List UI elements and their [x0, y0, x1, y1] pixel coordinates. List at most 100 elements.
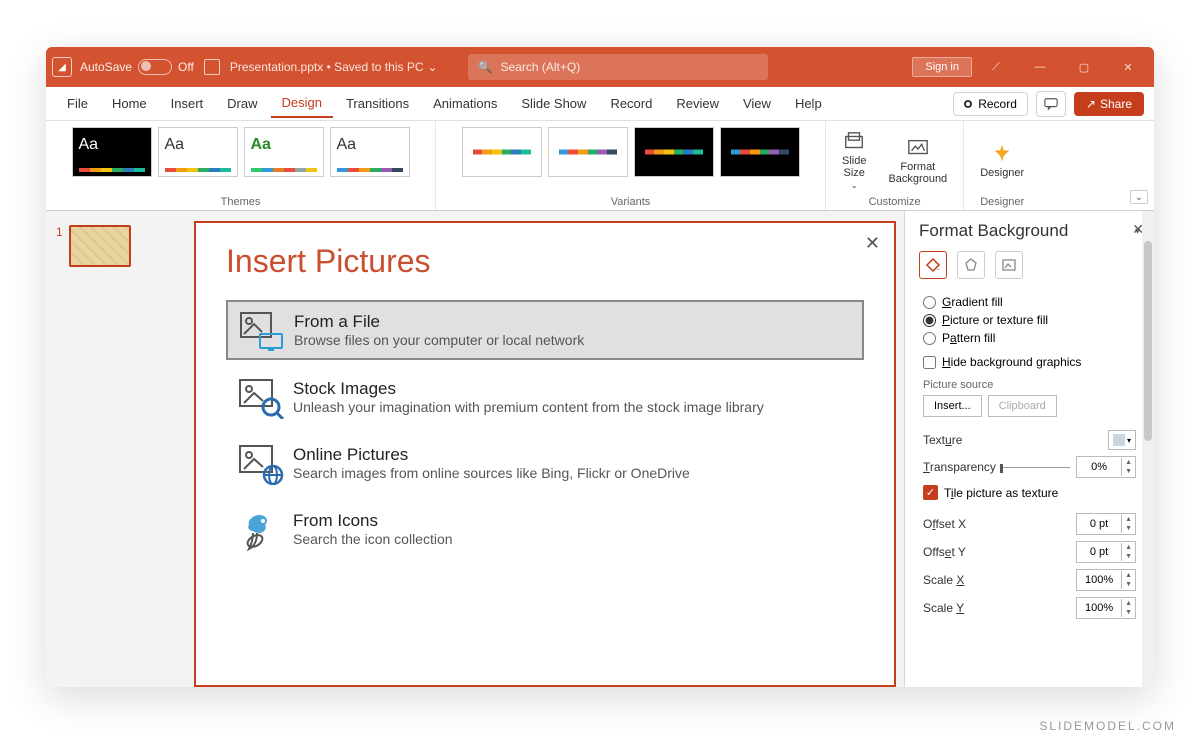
tab-design[interactable]: Design [271, 89, 333, 118]
theme-thumbnail[interactable]: Aa [72, 127, 152, 177]
tab-draw[interactable]: Draw [216, 90, 268, 117]
radio-gradient[interactable]: Gradient fill [923, 293, 1140, 311]
autosave-toggle[interactable]: AutoSave Off [80, 59, 194, 75]
offset-y-spinner[interactable]: ▲▼ [1076, 541, 1136, 563]
title-bar: ◢ AutoSave Off Presentation.pptx • Saved… [46, 47, 1154, 87]
scale-y-spinner[interactable]: ▲▼ [1076, 597, 1136, 619]
scale-x-label: Scale X [923, 573, 964, 587]
chevron-down-icon: ⌄ [427, 60, 437, 74]
tab-insert[interactable]: Insert [160, 90, 215, 117]
pane-title: Format Background▾ [919, 221, 1140, 241]
tab-view[interactable]: View [732, 90, 782, 117]
format-background-pane: ✕ Format Background▾ Gradient fill Pictu… [904, 211, 1154, 687]
option-stock-images[interactable]: Stock Images Unleash your imagination wi… [226, 368, 864, 426]
theme-thumbnail[interactable]: Aa [158, 127, 238, 177]
transparency-spinner[interactable]: ▲▼ [1076, 456, 1136, 478]
offset-x-label: Offset X [923, 517, 966, 531]
tab-transitions[interactable]: Transitions [335, 90, 420, 117]
comments-button[interactable] [1036, 91, 1066, 117]
theme-thumbnail[interactable]: Aa [330, 127, 410, 177]
collapse-ribbon-button[interactable]: ⌄ [1130, 190, 1148, 204]
pane-category-tabs [919, 251, 1140, 279]
variants-group: Variants [436, 121, 826, 210]
variant-thumbnail[interactable] [720, 127, 800, 177]
slide-canvas: ✕ Insert Pictures From a File Browse fil… [186, 211, 904, 687]
option-online-pictures[interactable]: Online Pictures Search images from onlin… [226, 434, 864, 492]
format-background-button[interactable]: Format Background [880, 127, 955, 194]
scale-x-spinner[interactable]: ▲▼ [1076, 569, 1136, 591]
online-pictures-icon [239, 445, 279, 481]
fill-radio-group: Gradient fill Picture or texture fill Pa… [923, 293, 1140, 347]
variant-thumbnail[interactable] [634, 127, 714, 177]
slide-thumbnails: 1 [46, 211, 186, 687]
offset-x-spinner[interactable]: ▲▼ [1076, 513, 1136, 535]
autosave-label: AutoSave [80, 60, 132, 74]
ribbon-tabs: File Home Insert Draw Design Transitions… [46, 87, 1154, 121]
search-input[interactable]: 🔍 Search (Alt+Q) [468, 54, 768, 80]
icons-icon [239, 511, 279, 547]
signin-button[interactable]: Sign in [912, 57, 972, 77]
ribbon: Aa Aa Aa Aa Themes Variants Slide Size ⌄ [46, 121, 1154, 211]
effects-tab-icon[interactable] [957, 251, 985, 279]
dialog-close-button[interactable]: ✕ [865, 233, 880, 254]
slide-size-button[interactable]: Slide Size ⌄ [834, 127, 874, 194]
tile-checkbox[interactable]: ✓Tile picture as texture [923, 485, 1140, 500]
file-picture-icon [240, 312, 280, 348]
customize-label: Customize [869, 194, 921, 208]
theme-thumbnail[interactable]: Aa [244, 127, 324, 177]
variants-label: Variants [611, 194, 651, 208]
pane-scrollbar[interactable] [1142, 211, 1154, 687]
fill-tab-icon[interactable] [919, 251, 947, 279]
option-from-icons[interactable]: From Icons Search the icon collection [226, 500, 864, 558]
tab-animations[interactable]: Animations [422, 90, 508, 117]
picture-source-label: Picture source [923, 379, 1140, 391]
transparency-slider[interactable] [1002, 467, 1070, 468]
texture-picker[interactable]: ▾ [1108, 430, 1136, 450]
save-icon[interactable] [204, 59, 220, 75]
slide-thumb-1[interactable]: 1 [56, 225, 176, 267]
texture-label: Texture [923, 433, 962, 447]
chevron-down-icon: ⌄ [851, 181, 858, 190]
designer-group: Designer Designer [964, 121, 1040, 210]
scrollbar-thumb[interactable] [1144, 241, 1152, 441]
toggle-switch[interactable] [138, 59, 172, 75]
window-controls: Sign in ⟋ — ▢ ✕ [912, 48, 1148, 86]
variant-thumbnail[interactable] [548, 127, 628, 177]
share-button[interactable]: ↗Share [1074, 92, 1144, 116]
variant-thumbnail[interactable] [462, 127, 542, 177]
tab-record[interactable]: Record [599, 90, 663, 117]
check-icon: ✓ [923, 485, 938, 500]
document-name[interactable]: Presentation.pptx • Saved to this PC ⌄ [230, 60, 438, 74]
tab-home[interactable]: Home [101, 90, 158, 117]
minimize-button[interactable]: — [1020, 48, 1060, 86]
search-icon: 🔍 [478, 60, 493, 74]
record-button[interactable]: Record [953, 92, 1028, 116]
customize-group: Slide Size ⌄ Format Background Customize [826, 121, 964, 210]
insert-pictures-dialog: ✕ Insert Pictures From a File Browse fil… [194, 221, 896, 687]
app-window: ◢ AutoSave Off Presentation.pptx • Saved… [46, 47, 1154, 687]
stock-images-icon [239, 379, 279, 415]
close-button[interactable]: ✕ [1108, 48, 1148, 86]
tab-review[interactable]: Review [665, 90, 730, 117]
option-from-file[interactable]: From a File Browse files on your compute… [226, 300, 864, 360]
app-icon: ◢ [52, 57, 72, 77]
tab-slideshow[interactable]: Slide Show [510, 90, 597, 117]
autosave-state: Off [178, 60, 194, 74]
insert-button[interactable]: Insert... [923, 395, 982, 417]
hide-graphics-checkbox[interactable]: Hide background graphics [923, 355, 1140, 369]
offset-y-label: Offset Y [923, 545, 966, 559]
dialog-title: Insert Pictures [226, 243, 864, 280]
radio-picture[interactable]: Picture or texture fill [923, 311, 1140, 329]
clipboard-button: Clipboard [988, 395, 1057, 417]
maximize-button[interactable]: ▢ [1064, 48, 1104, 86]
tab-help[interactable]: Help [784, 90, 833, 117]
designer-button[interactable]: Designer [972, 127, 1032, 194]
overflow-icon[interactable]: ⟋ [976, 48, 1016, 86]
share-icon: ↗ [1086, 97, 1096, 111]
workspace: 1 ✕ Insert Pictures From a File Browse f… [46, 211, 1154, 687]
picture-tab-icon[interactable] [995, 251, 1023, 279]
themes-group: Aa Aa Aa Aa Themes [46, 121, 436, 210]
designer-group-label: Designer [980, 194, 1024, 208]
tab-file[interactable]: File [56, 90, 99, 117]
radio-pattern[interactable]: Pattern fill [923, 329, 1140, 347]
